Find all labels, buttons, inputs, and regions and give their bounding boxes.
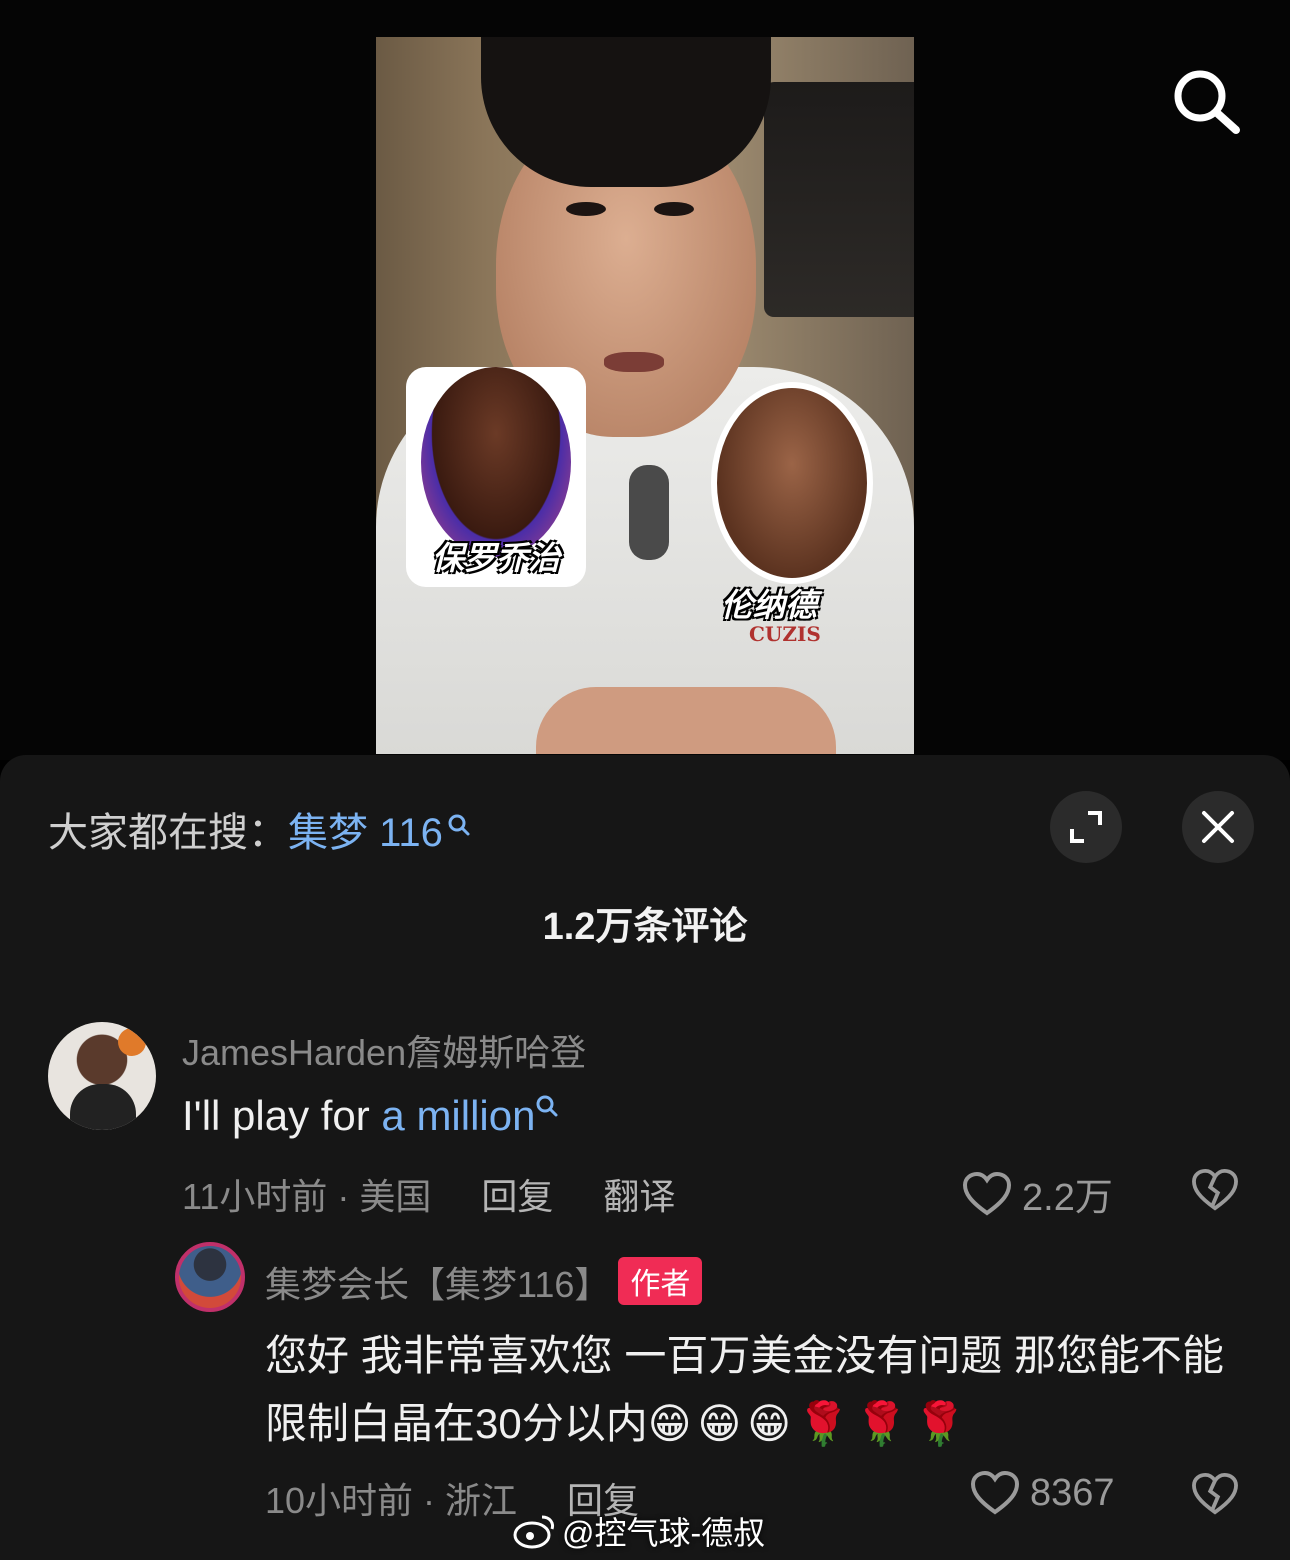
watermark-text: @控气球-德叔 <box>562 1515 766 1551</box>
sticker-label: 伦纳德 <box>721 587 818 622</box>
dislike-button[interactable] <box>1191 1168 1239 1212</box>
search-small-icon <box>447 804 471 849</box>
reply-username: 集梦会长【集梦116】 <box>265 1264 611 1305</box>
close-icon <box>1202 811 1234 843</box>
watermark: @控气球-德叔 <box>512 1508 765 1554</box>
dislike-button[interactable] <box>1191 1472 1239 1516</box>
author-badge: 作者 <box>618 1257 703 1305</box>
expand-icon <box>1070 811 1102 843</box>
heart-icon <box>970 1470 1020 1515</box>
comment-text-prefix: I'll play for <box>182 1092 382 1139</box>
basketball-icon <box>118 1028 146 1056</box>
sticker-label: 保罗乔治 <box>431 540 560 576</box>
player-portrait <box>711 382 873 584</box>
comment-time-location: 10小时前 · 浙江 <box>265 1480 518 1521</box>
comment-text: I'll play for a million <box>182 1092 559 1140</box>
broken-heart-icon <box>1192 1472 1238 1515</box>
weibo-logo-icon <box>513 1515 554 1549</box>
comment-time-location: 11小时前 · 美国 <box>182 1176 432 1217</box>
like-button[interactable]: 8367 <box>970 1470 1115 1516</box>
player-portrait <box>421 367 571 557</box>
like-button[interactable]: 2.2万 <box>962 1166 1113 1221</box>
presenter-eye <box>566 202 606 216</box>
comment-count-title: 1.2万条评论 <box>542 906 748 948</box>
avatar-figure <box>70 1084 136 1130</box>
comment-meta: 11小时前 · 美国 回复 翻译 <box>182 1168 675 1220</box>
presenter-eye <box>654 202 694 216</box>
comment-text: 您好 我非常喜欢您 一百万美金没有问题 那您能不能限制白晶在30分以内😁😁😁🌹🌹… <box>265 1322 1225 1458</box>
presenter-mouth <box>604 352 664 372</box>
emoji-sequence: 😁😁😁🌹🌹🌹 <box>647 1400 972 1447</box>
trending-prefix: 大家都在搜： <box>48 811 288 855</box>
like-count: 2.2万 <box>1022 1177 1113 1219</box>
expand-button[interactable] <box>1050 791 1122 863</box>
comment-search-link[interactable]: a million <box>381 1092 559 1139</box>
search-button[interactable] <box>1170 66 1242 138</box>
avatar[interactable] <box>175 1242 245 1312</box>
trending-keyword[interactable]: 集梦 116 <box>288 811 443 855</box>
trending-search[interactable]: 大家都在搜：集梦 116 <box>48 800 471 858</box>
player-sticker-left: 保罗乔治 <box>406 367 586 587</box>
video-player[interactable]: CUZIS 保罗乔治 伦纳德 <box>0 0 1290 760</box>
broken-heart-icon <box>1192 1168 1238 1211</box>
reply-button[interactable]: 回复 <box>481 1176 553 1217</box>
shirt-print: CUZIS <box>749 622 821 646</box>
comment-search-link-text: a million <box>381 1092 536 1139</box>
comment-username[interactable]: JamesHarden詹姆斯哈登 <box>182 1024 586 1076</box>
heart-icon <box>962 1171 1012 1215</box>
player-sticker-right: 伦纳德 <box>661 357 911 622</box>
search-icon <box>1174 70 1240 134</box>
search-small-icon <box>536 1095 558 1117</box>
background-tv <box>764 82 914 317</box>
translate-button[interactable]: 翻译 <box>603 1176 675 1217</box>
comment-username[interactable]: 集梦会长【集梦116】 作者 <box>265 1256 703 1308</box>
presenter-hands <box>536 687 836 754</box>
video-frame[interactable]: CUZIS 保罗乔治 伦纳德 <box>376 37 914 754</box>
like-count: 8367 <box>1030 1471 1115 1514</box>
avatar[interactable] <box>48 1022 156 1130</box>
presenter-hair <box>481 37 771 187</box>
close-button[interactable] <box>1182 791 1254 863</box>
